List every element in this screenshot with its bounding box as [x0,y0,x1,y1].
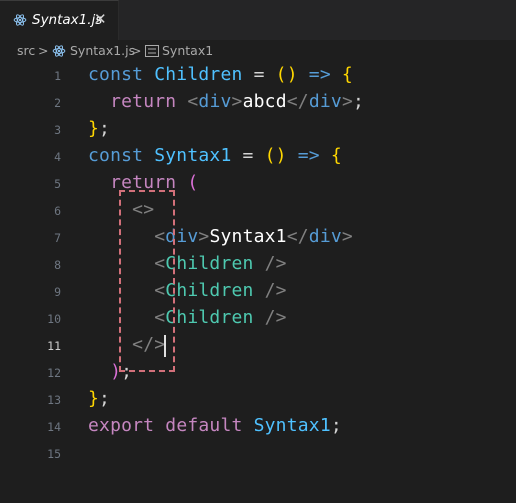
code-line: 6 <> [0,197,516,224]
text-cursor [164,335,166,357]
code-line: 3 }; [0,116,516,143]
code-line: 14 export default Syntax1; [0,413,516,440]
code-line: 4 const Syntax1 = () => { [0,143,516,170]
code-line: 15 [0,440,516,467]
code-text: return <div>abcd</div>; [110,91,365,112]
code-text: <Children /> [154,253,287,274]
code-text: <Children /> [154,280,287,301]
code-text: const Children = () => { [88,64,353,85]
highlight-box [119,190,175,372]
line-number: 9 [54,285,61,299]
line-number: 3 [54,123,61,137]
line-number: 11 [47,339,61,353]
breadcrumb-separator: > [131,43,142,58]
line-number: 7 [54,231,61,245]
code-line: 8 <Children /> [0,251,516,278]
breadcrumb-file[interactable]: Syntax1.js [70,43,135,58]
line-number: 2 [54,96,61,110]
code-text: }; [88,388,111,409]
line-number: 6 [54,204,61,218]
code-text: export default Syntax1; [88,415,342,436]
code-text: const Syntax1 = () => { [88,145,342,166]
code-text: }; [88,118,111,139]
tab-label: Syntax1.js [32,12,103,28]
breadcrumb: src > Syntax1.js > Syntax1 [0,40,516,62]
code-line: 12 ); [0,359,516,386]
line-number: 10 [47,312,61,326]
close-icon[interactable]: ✕ [94,10,107,28]
symbol-variable-icon [145,45,159,57]
line-number: 12 [47,366,61,380]
code-line: 1 const Children = () => { [0,62,516,89]
code-line: 9 <Children /> [0,278,516,305]
tab-bar: Syntax1.js ✕ [0,0,516,40]
line-number: 5 [54,177,61,191]
react-icon [52,45,66,57]
editor-tab-syntax1[interactable]: Syntax1.js ✕ [0,0,119,40]
code-line: 2 return <div>abcd</div>; [0,89,516,116]
line-number: 4 [54,150,61,164]
breadcrumb-separator: > [38,43,49,58]
code-line-active: 11 </> [0,332,516,359]
react-icon [13,14,27,26]
code-line: 7 <div>Syntax1</div> [0,224,516,251]
line-number: 8 [54,258,61,272]
line-number: 13 [47,393,61,407]
code-line: 13 }; [0,386,516,413]
line-number: 14 [47,420,61,434]
line-number: 1 [54,69,61,83]
code-text: <Children /> [154,307,287,328]
code-line: 5 return ( [0,170,516,197]
line-number: 15 [47,447,61,461]
breadcrumb-folder[interactable]: src [17,43,35,58]
breadcrumb-symbol[interactable]: Syntax1 [162,43,213,58]
code-line: 10 <Children /> [0,305,516,332]
